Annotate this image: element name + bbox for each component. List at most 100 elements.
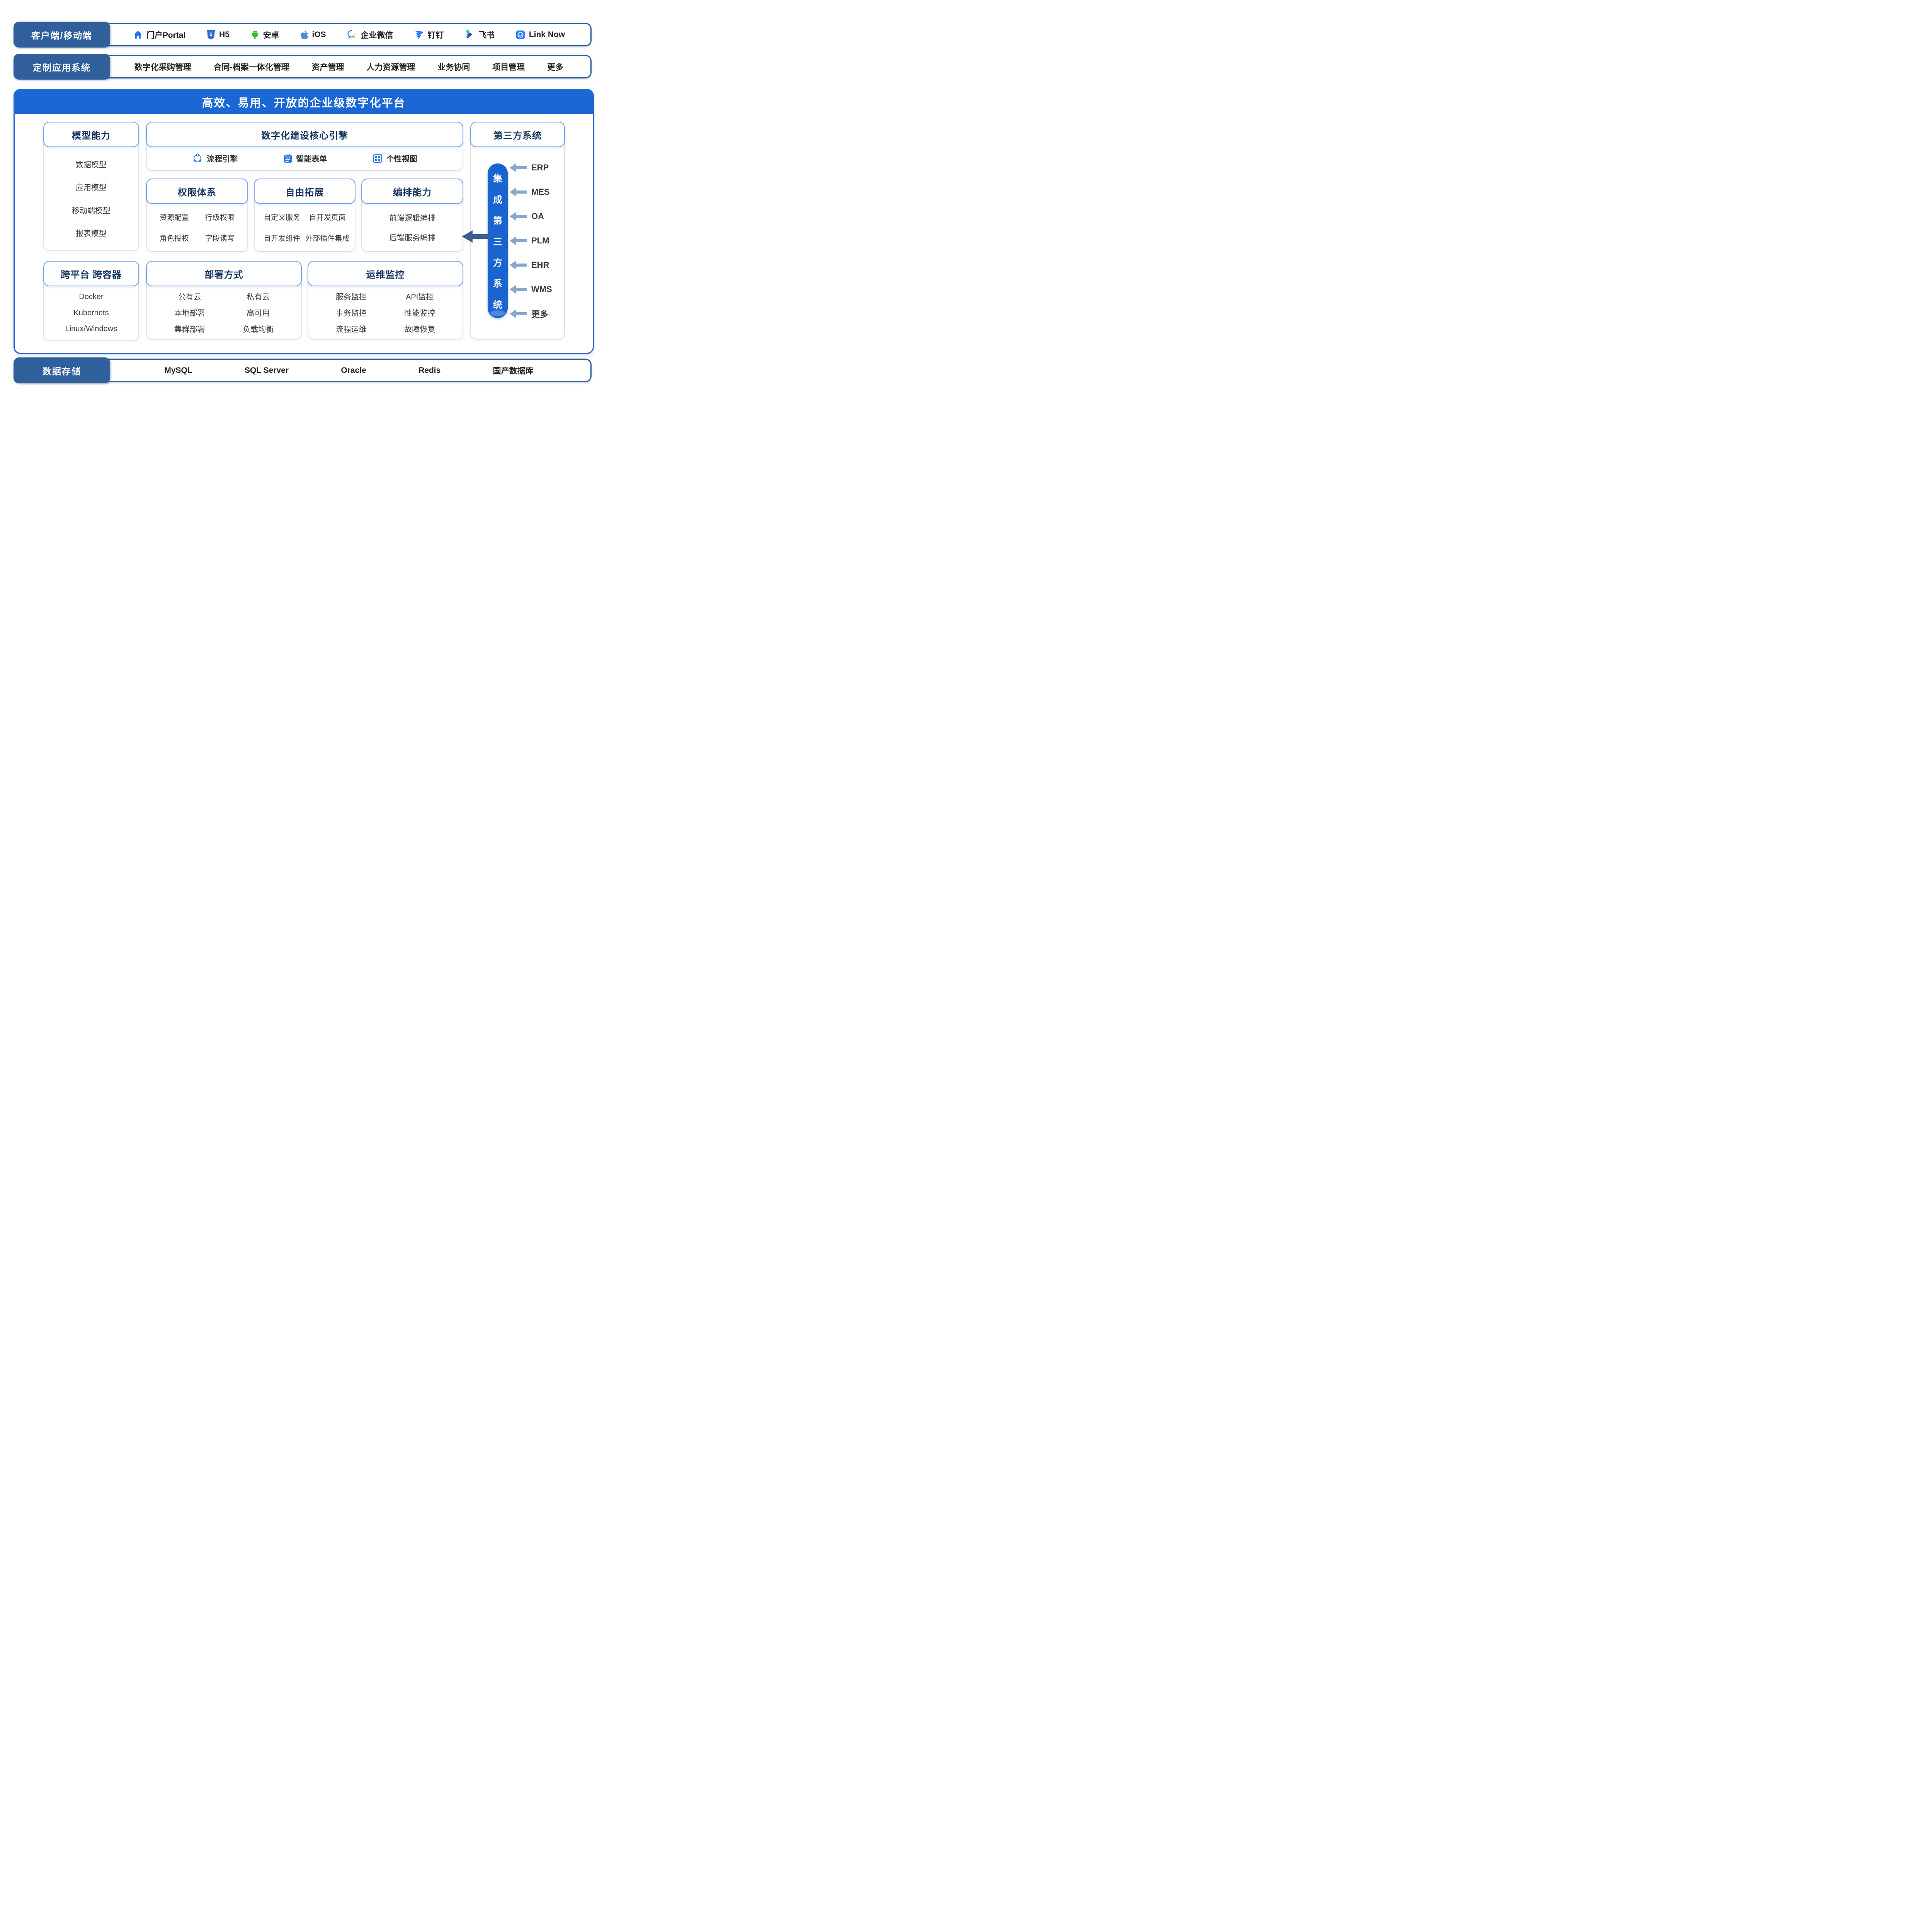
ops-monitor-items: 服务监控 API监控 事务监控 性能监控 流程运维 故障恢复 xyxy=(308,286,463,339)
list-item: 行级权限 xyxy=(205,212,235,222)
list-item: 高可用 xyxy=(247,307,270,318)
pill-char: 系 xyxy=(493,276,502,289)
pill-char: 第 xyxy=(493,213,502,226)
integration-pill: 集 成 第 三 方 系 统 xyxy=(488,163,508,318)
feature-custom-view: 个性视图 xyxy=(372,153,417,164)
left-arrow-icon xyxy=(510,163,527,172)
list-item: 私有云 xyxy=(247,291,270,302)
app-item: 业务协同 xyxy=(437,61,470,73)
feature-label: 个性视图 xyxy=(386,153,417,164)
pill-char: 集 xyxy=(493,171,502,184)
list-item: 角色授权 xyxy=(160,233,189,243)
list-item: 字段读写 xyxy=(205,233,235,243)
client-item-label: 飞书 xyxy=(478,29,495,41)
client-item-linknow: Link Now xyxy=(515,30,565,40)
feature-label: 流程引擎 xyxy=(207,153,238,164)
list-item: 集群部署 xyxy=(174,323,205,334)
list-item: 后端服务编排 xyxy=(389,231,435,243)
list-item: Kubernets xyxy=(73,309,109,318)
platform-content: 模型能力 数据模型 应用模型 移动端模型 报表模型 跨平台 跨容器 Docker… xyxy=(43,122,565,338)
pill-char: 方 xyxy=(493,255,502,269)
system-row: PLM xyxy=(510,235,563,247)
orchestration-title: 编排能力 xyxy=(361,179,463,204)
wecom-icon xyxy=(347,29,357,40)
client-item-label: H5 xyxy=(219,30,230,39)
architecture-diagram: 客户端/移动端 门户Portal 5 H5 安卓 iOS 企业微信 xyxy=(0,0,606,413)
cross-platform-title: 跨平台 跨容器 xyxy=(43,261,139,286)
list-item: 服务监控 xyxy=(336,291,367,302)
pill-char: 统 xyxy=(493,297,502,311)
client-item-label: 钉钉 xyxy=(427,29,444,41)
pill-char: 成 xyxy=(493,192,502,206)
list-item: 公有云 xyxy=(178,291,201,302)
system-row: WMS xyxy=(510,284,563,295)
app-item: 数字化采购管理 xyxy=(134,61,191,73)
client-mobile-label: 客户端/移动端 xyxy=(14,22,110,48)
model-capability-group: 模型能力 数据模型 应用模型 移动端模型 报表模型 xyxy=(43,122,139,251)
html5-icon: 5 xyxy=(206,30,216,40)
core-engine-group: 数字化建设核心引擎 流程引擎 智能表单 个性视图 xyxy=(146,122,463,171)
feature-label: 智能表单 xyxy=(296,153,327,164)
model-capability-items: 数据模型 应用模型 移动端模型 报表模型 xyxy=(44,146,138,250)
extension-title: 自由拓展 xyxy=(254,179,356,204)
list-item: 外部插件集成 xyxy=(305,233,349,243)
storage-item: MySQL xyxy=(164,366,192,375)
orchestration-items: 前端逻辑编排 后端服务编排 xyxy=(362,203,463,251)
workflow-icon xyxy=(192,153,203,164)
app-item: 资产管理 xyxy=(312,61,344,73)
list-item: 自开发页面 xyxy=(309,212,346,222)
client-item-label: 门户Portal xyxy=(146,29,186,41)
deployment-title: 部署方式 xyxy=(146,261,302,286)
system-row: 更多 xyxy=(510,308,563,320)
dingtalk-icon xyxy=(414,30,424,40)
client-item-label: 企业微信 xyxy=(361,29,393,41)
core-engine-features: 流程引擎 智能表单 个性视图 xyxy=(147,146,463,170)
integration-arrow-icon xyxy=(462,230,489,245)
list-item: 性能监控 xyxy=(404,307,435,318)
platform-container: 高效、易用、开放的企业级数字化平台 模型能力 数据模型 应用模型 移动端模型 报… xyxy=(14,89,594,354)
left-arrow-icon xyxy=(510,188,527,196)
orchestration-group: 编排能力 前端逻辑编排 后端服务编排 xyxy=(361,179,463,252)
list-item: 事务监控 xyxy=(336,307,367,318)
system-label: 更多 xyxy=(531,308,548,320)
apple-icon xyxy=(300,30,309,40)
capability-row: 权限体系 资源配置 行级权限 角色授权 字段读写 自由拓展 自定义服务 自开发页… xyxy=(146,179,463,252)
list-item: Linux/Windows xyxy=(65,325,117,333)
left-arrow-icon xyxy=(510,212,527,221)
grid-view-icon xyxy=(372,153,383,163)
ops-monitor-group: 运维监控 服务监控 API监控 事务监控 性能监控 流程运维 故障恢复 xyxy=(308,261,463,340)
app-item: 人力资源管理 xyxy=(367,61,415,73)
deployment-items: 公有云 私有云 本地部署 高可用 集群部署 负载均衡 xyxy=(147,286,301,339)
app-item-more: 更多 xyxy=(547,61,563,73)
list-item: 本地部署 xyxy=(174,307,205,318)
storage-item: Oracle xyxy=(341,366,366,375)
system-row: MES xyxy=(510,186,563,198)
client-item-android: 安卓 xyxy=(250,29,279,41)
client-item-label: Link Now xyxy=(529,30,565,39)
feature-workflow: 流程引擎 xyxy=(192,153,238,164)
list-item: 资源配置 xyxy=(160,212,189,222)
custom-apps-items: 数字化采购管理 合同-档案一体化管理 资产管理 人力资源管理 业务协同 项目管理… xyxy=(112,55,586,78)
third-party-systems: ERP MES OA PLM EHR WMS 更多 xyxy=(510,162,563,320)
client-item-label: 安卓 xyxy=(263,29,279,41)
data-storage-bar: 数据存储 MySQL SQL Server Oracle Redis 国产数据库 xyxy=(14,357,592,383)
custom-apps-bar: 定制应用系统 数字化采购管理 合同-档案一体化管理 资产管理 人力资源管理 业务… xyxy=(14,54,592,80)
middle-column: 数字化建设核心引擎 流程引擎 智能表单 个性视图 xyxy=(146,122,463,341)
system-label: MES xyxy=(531,187,550,197)
client-item-label: iOS xyxy=(312,30,326,39)
list-item: 数据模型 xyxy=(76,158,107,170)
extension-group: 自由拓展 自定义服务 自开发页面 自开发组件 外部插件集成 xyxy=(254,179,356,252)
data-storage-label: 数据存储 xyxy=(14,357,110,383)
left-arrow-icon xyxy=(510,236,527,245)
infra-row: 部署方式 公有云 私有云 本地部署 高可用 集群部署 负载均衡 运维监控 xyxy=(146,261,463,340)
list-item: Docker xyxy=(79,293,103,301)
third-party-group: 第三方系统 集 成 第 三 方 系 统 xyxy=(470,122,565,340)
storage-items: MySQL SQL Server Oracle Redis 国产数据库 xyxy=(112,359,586,382)
storage-item: SQL Server xyxy=(245,366,289,375)
home-icon xyxy=(133,30,143,40)
android-icon xyxy=(250,30,260,40)
system-label: OA xyxy=(531,211,544,221)
storage-item: 国产数据库 xyxy=(493,365,534,376)
list-item: 移动端模型 xyxy=(72,204,111,216)
list-item: 自开发组件 xyxy=(264,233,300,243)
